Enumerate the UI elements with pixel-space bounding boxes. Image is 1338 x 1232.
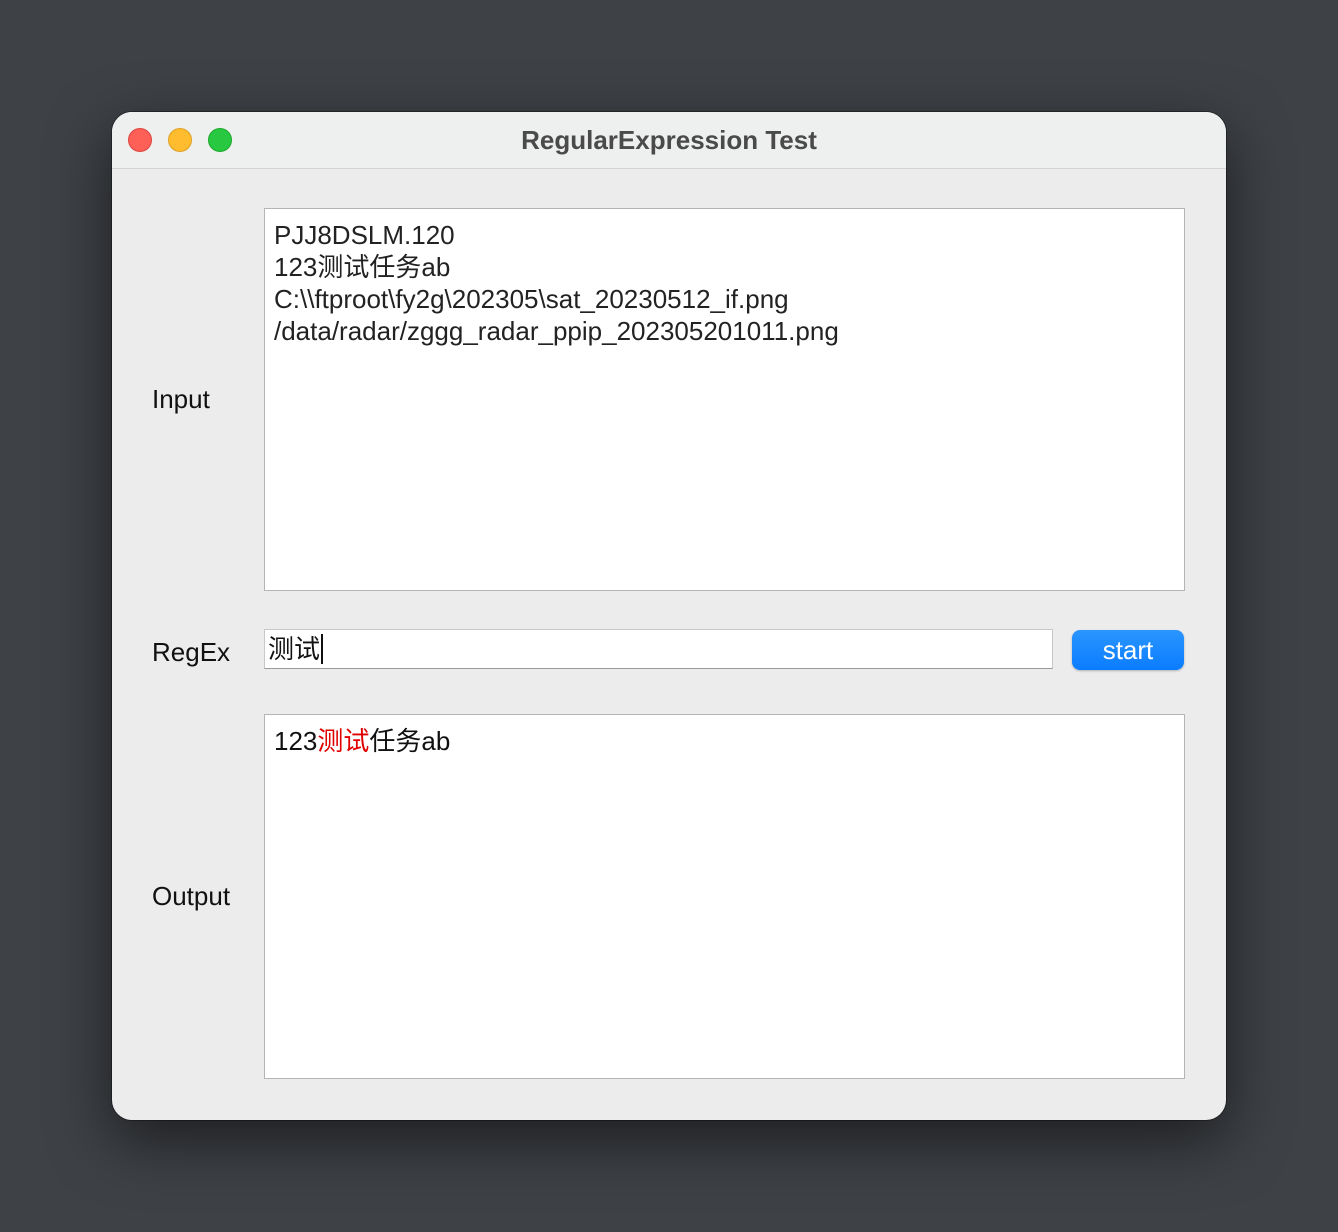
input-line: /data/radar/zggg_radar_ppip_202305201011…: [274, 316, 839, 346]
regex-value: 测试: [268, 634, 321, 664]
text-caret: [321, 634, 324, 664]
output-match-highlight: 测试: [317, 726, 370, 756]
start-button[interactable]: start: [1072, 630, 1184, 670]
input-line: 123测试任务ab: [274, 252, 451, 282]
input-line: C:\\ftproot\fy2g\202305\sat_20230512_if.…: [274, 284, 789, 314]
output-textarea[interactable]: 123测试任务ab: [264, 714, 1185, 1079]
app-window: RegularExpression Test Input PJJ8DSLM.12…: [112, 112, 1226, 1120]
input-textarea[interactable]: PJJ8DSLM.120 123测试任务ab C:\\ftproot\fy2g\…: [264, 208, 1185, 591]
window-title: RegularExpression Test: [521, 125, 817, 155]
input-label: Input: [152, 384, 210, 414]
input-line: PJJ8DSLM.120: [274, 220, 455, 250]
output-label: Output: [152, 881, 231, 911]
output-prefix: 123: [274, 726, 318, 756]
regex-input[interactable]: 测试: [264, 629, 1053, 669]
title-bar: RegularExpression Test: [112, 112, 1226, 169]
output-line: 123测试任务ab: [274, 725, 1175, 757]
regex-label: RegEx: [152, 637, 231, 667]
output-suffix: 任务ab: [369, 726, 451, 756]
